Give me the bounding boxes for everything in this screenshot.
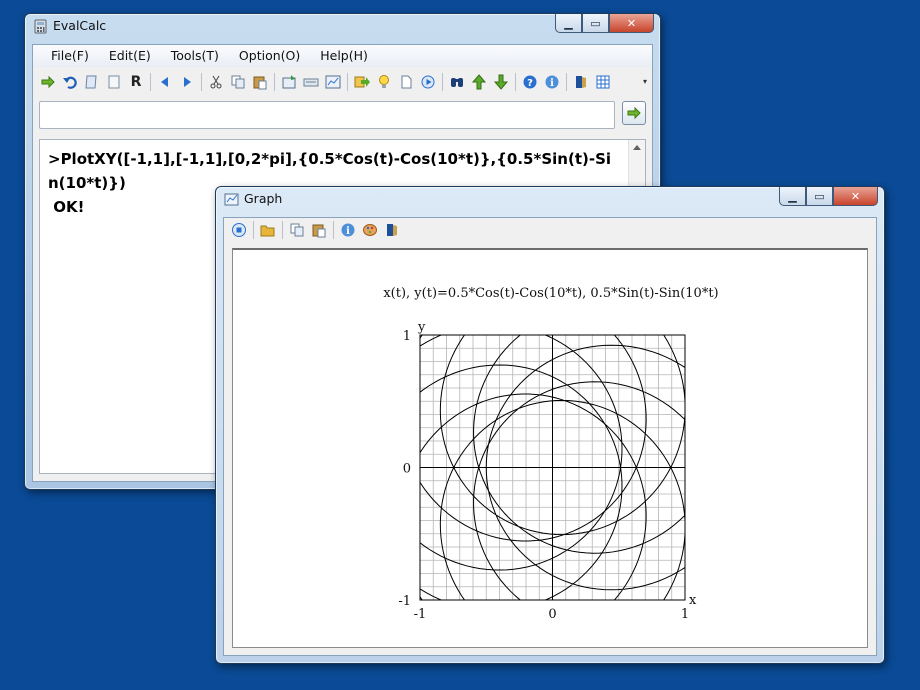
main-toolbar: R ? i ▾ bbox=[33, 69, 652, 95]
down-arrow-icon[interactable] bbox=[490, 72, 512, 92]
x-tick-label: -1 bbox=[414, 607, 427, 622]
menubar: File(F) Edit(E) Tools(T) Option(O) Help(… bbox=[33, 45, 652, 67]
evalcalc-titlebar[interactable]: EvalCalc ▁ ▭ ✕ bbox=[25, 14, 660, 40]
x-axis-label: x bbox=[689, 593, 697, 608]
cut-icon[interactable] bbox=[205, 72, 227, 92]
run-arrow-icon bbox=[627, 106, 641, 120]
bulb-icon[interactable] bbox=[373, 72, 395, 92]
window-title: Graph bbox=[244, 191, 283, 206]
menu-help[interactable]: Help(H) bbox=[310, 45, 378, 67]
open-folder-icon[interactable] bbox=[257, 220, 279, 240]
up-arrow-icon[interactable] bbox=[468, 72, 490, 92]
calculator-icon bbox=[34, 19, 47, 34]
exit-door-icon[interactable] bbox=[570, 72, 592, 92]
keyboard-icon[interactable] bbox=[300, 72, 322, 92]
toolbar-separator bbox=[274, 73, 275, 91]
menu-option[interactable]: Option(O) bbox=[229, 45, 310, 67]
paste-icon[interactable] bbox=[249, 72, 271, 92]
graph-client: i x(t), y(t)=0.5*Cos(t)-Cos(10*t), 0.5*S… bbox=[223, 217, 877, 656]
exit-door-icon[interactable] bbox=[381, 220, 403, 240]
svg-text:?: ? bbox=[527, 78, 533, 89]
y-tick-label: -1 bbox=[398, 594, 411, 609]
toolbar-separator bbox=[347, 73, 348, 91]
insert-icon[interactable] bbox=[278, 72, 300, 92]
paste-icon[interactable] bbox=[308, 220, 330, 240]
graph-icon bbox=[224, 193, 239, 206]
svg-text:i: i bbox=[550, 78, 554, 89]
toolbar-separator bbox=[150, 73, 151, 91]
graph-icon[interactable] bbox=[322, 72, 344, 92]
help-icon[interactable]: ? bbox=[519, 72, 541, 92]
minimize-button[interactable]: ▁ bbox=[555, 14, 582, 33]
xy-plot: x(t), y(t)=0.5*Cos(t)-Cos(10*t), 0.5*Sin… bbox=[383, 286, 718, 622]
y-tick-label: 0 bbox=[403, 462, 411, 477]
execute-button[interactable] bbox=[622, 101, 646, 125]
info-icon[interactable]: i bbox=[541, 72, 563, 92]
minimize-button[interactable]: ▁ bbox=[779, 187, 806, 206]
y-tick-label: 1 bbox=[403, 329, 411, 344]
palette-icon[interactable] bbox=[359, 220, 381, 240]
menu-file[interactable]: File(F) bbox=[41, 45, 99, 67]
toolbar-overflow-icon[interactable]: ▾ bbox=[640, 72, 650, 92]
x-tick-label: 0 bbox=[548, 607, 556, 622]
menu-tools[interactable]: Tools(T) bbox=[161, 45, 229, 67]
run-arrow-icon[interactable] bbox=[37, 72, 59, 92]
blank-doc-icon[interactable] bbox=[395, 72, 417, 92]
toolbar-separator bbox=[253, 221, 254, 239]
series-line bbox=[420, 335, 685, 600]
copy-icon[interactable] bbox=[227, 72, 249, 92]
prev-icon[interactable] bbox=[154, 72, 176, 92]
close-button[interactable]: ✕ bbox=[609, 14, 654, 33]
toolbar-separator bbox=[442, 73, 443, 91]
menu-edit[interactable]: Edit(E) bbox=[99, 45, 161, 67]
svg-text:i: i bbox=[346, 226, 350, 237]
maximize-button[interactable]: ▭ bbox=[806, 187, 833, 206]
graph-titlebar[interactable]: Graph ▁ ▭ ✕ bbox=[216, 187, 884, 213]
graph-window: Graph ▁ ▭ ✕ i x(t), y(t)=0.5*Cos(t)-Cos(… bbox=[215, 186, 885, 664]
play-icon[interactable] bbox=[417, 72, 439, 92]
toolbar-separator bbox=[201, 73, 202, 91]
toolbar-separator bbox=[282, 221, 283, 239]
toolbar-separator bbox=[515, 73, 516, 91]
maximize-button[interactable]: ▭ bbox=[582, 14, 609, 33]
open-script-icon[interactable] bbox=[81, 72, 103, 92]
close-button[interactable]: ✕ bbox=[833, 187, 878, 206]
export-icon[interactable] bbox=[351, 72, 373, 92]
info-icon[interactable]: i bbox=[337, 220, 359, 240]
graph-toolbar: i bbox=[224, 218, 876, 242]
window-title: EvalCalc bbox=[53, 18, 107, 33]
chart-title: x(t), y(t)=0.5*Cos(t)-Cos(10*t), 0.5*Sin… bbox=[383, 286, 718, 301]
toolbar-separator bbox=[333, 221, 334, 239]
plot-area[interactable]: x(t), y(t)=0.5*Cos(t)-Cos(10*t), 0.5*Sin… bbox=[232, 248, 868, 648]
y-axis-label: y bbox=[417, 320, 426, 335]
toolbar-separator bbox=[566, 73, 567, 91]
expression-input[interactable] bbox=[39, 101, 615, 129]
grid-icon[interactable] bbox=[592, 72, 614, 92]
x-tick-label: 1 bbox=[681, 607, 689, 622]
undo-icon[interactable] bbox=[59, 72, 81, 92]
binoculars-icon[interactable] bbox=[446, 72, 468, 92]
scroll-up-icon[interactable] bbox=[633, 145, 641, 150]
stop-icon[interactable] bbox=[228, 220, 250, 240]
new-page-icon[interactable] bbox=[103, 72, 125, 92]
next-icon[interactable] bbox=[176, 72, 198, 92]
r-icon[interactable]: R bbox=[125, 72, 147, 92]
copy-icon[interactable] bbox=[286, 220, 308, 240]
